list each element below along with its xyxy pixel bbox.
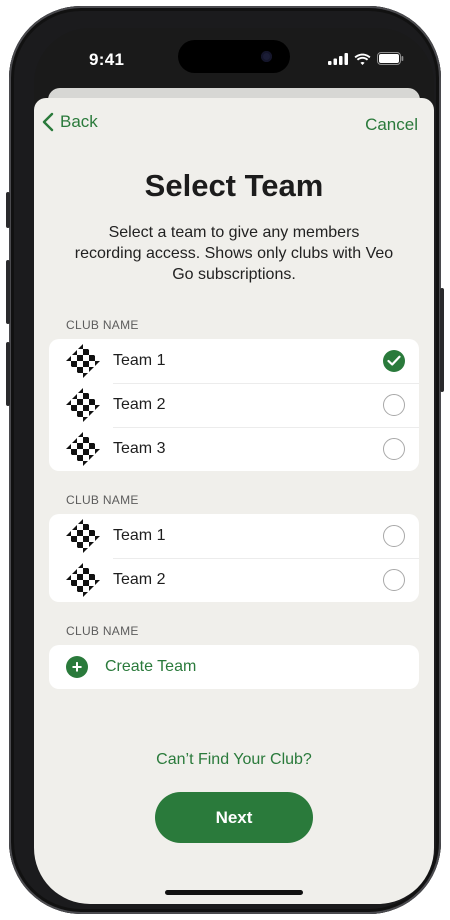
team-logo-icon — [66, 344, 100, 378]
club-team-list: Team 1 Team 2 — [49, 514, 419, 602]
team-logo-icon — [66, 563, 100, 597]
cellular-signal-icon — [328, 52, 348, 65]
radio-unchecked-icon[interactable] — [383, 569, 405, 591]
team-logo-icon — [66, 388, 100, 422]
team-name: Team 2 — [113, 396, 166, 413]
team-logo-icon — [66, 519, 100, 553]
team-row[interactable]: Team 1 — [49, 339, 419, 383]
team-name: Team 2 — [113, 571, 166, 588]
radio-unchecked-icon[interactable] — [383, 394, 405, 416]
cancel-button[interactable]: Cancel — [365, 115, 418, 135]
back-button[interactable]: Back — [42, 112, 98, 132]
club-team-list: Team 1 Team 2 Team 3 — [49, 339, 419, 471]
radio-unchecked-icon[interactable] — [383, 438, 405, 460]
club-name-label: CLUB NAME — [66, 493, 139, 507]
phone-frame: 9:41 Back Cancel Select Team Select a te… — [6, 6, 444, 914]
status-time: 9:41 — [89, 50, 125, 69]
create-team-card: + Create Team — [49, 645, 419, 689]
team-row[interactable]: Team 2 — [49, 383, 419, 427]
next-button[interactable]: Next — [155, 792, 313, 843]
wifi-icon — [354, 53, 371, 65]
team-logo-icon — [66, 432, 100, 466]
team-row[interactable]: Team 3 — [49, 427, 419, 471]
team-name: Team 1 — [113, 352, 166, 369]
plus-icon: + — [66, 656, 88, 678]
team-row[interactable]: Team 1 — [49, 514, 419, 558]
dynamic-island — [178, 40, 290, 73]
home-indicator — [165, 890, 303, 895]
create-team-label: Create Team — [105, 658, 197, 675]
radio-unchecked-icon[interactable] — [383, 525, 405, 547]
page-title: Select Team — [144, 168, 324, 203]
team-name: Team 1 — [113, 527, 166, 544]
club-name-label: CLUB NAME — [66, 318, 139, 332]
club-name-label: CLUB NAME — [66, 624, 139, 638]
camera-icon — [261, 51, 272, 62]
action-button — [6, 192, 10, 228]
create-team-button[interactable]: + Create Team — [49, 645, 419, 689]
volume-up-button — [6, 260, 10, 324]
battery-icon — [377, 52, 404, 65]
status-icons — [328, 52, 404, 65]
team-row[interactable]: Team 2 — [49, 558, 419, 602]
select-team-sheet: Back Cancel Select Team Select a team to… — [34, 98, 434, 904]
chevron-left-icon — [42, 112, 54, 132]
team-name: Team 3 — [113, 440, 166, 457]
screen: 9:41 Back Cancel Select Team Select a te… — [34, 28, 434, 904]
power-button — [440, 288, 444, 392]
page-subtitle: Select a team to give any members record… — [74, 224, 394, 283]
back-label: Back — [60, 112, 98, 131]
cant-find-club-link[interactable]: Can’t Find Your Club? — [34, 751, 434, 769]
radio-checked-icon[interactable] — [383, 350, 405, 372]
volume-down-button — [6, 342, 10, 406]
